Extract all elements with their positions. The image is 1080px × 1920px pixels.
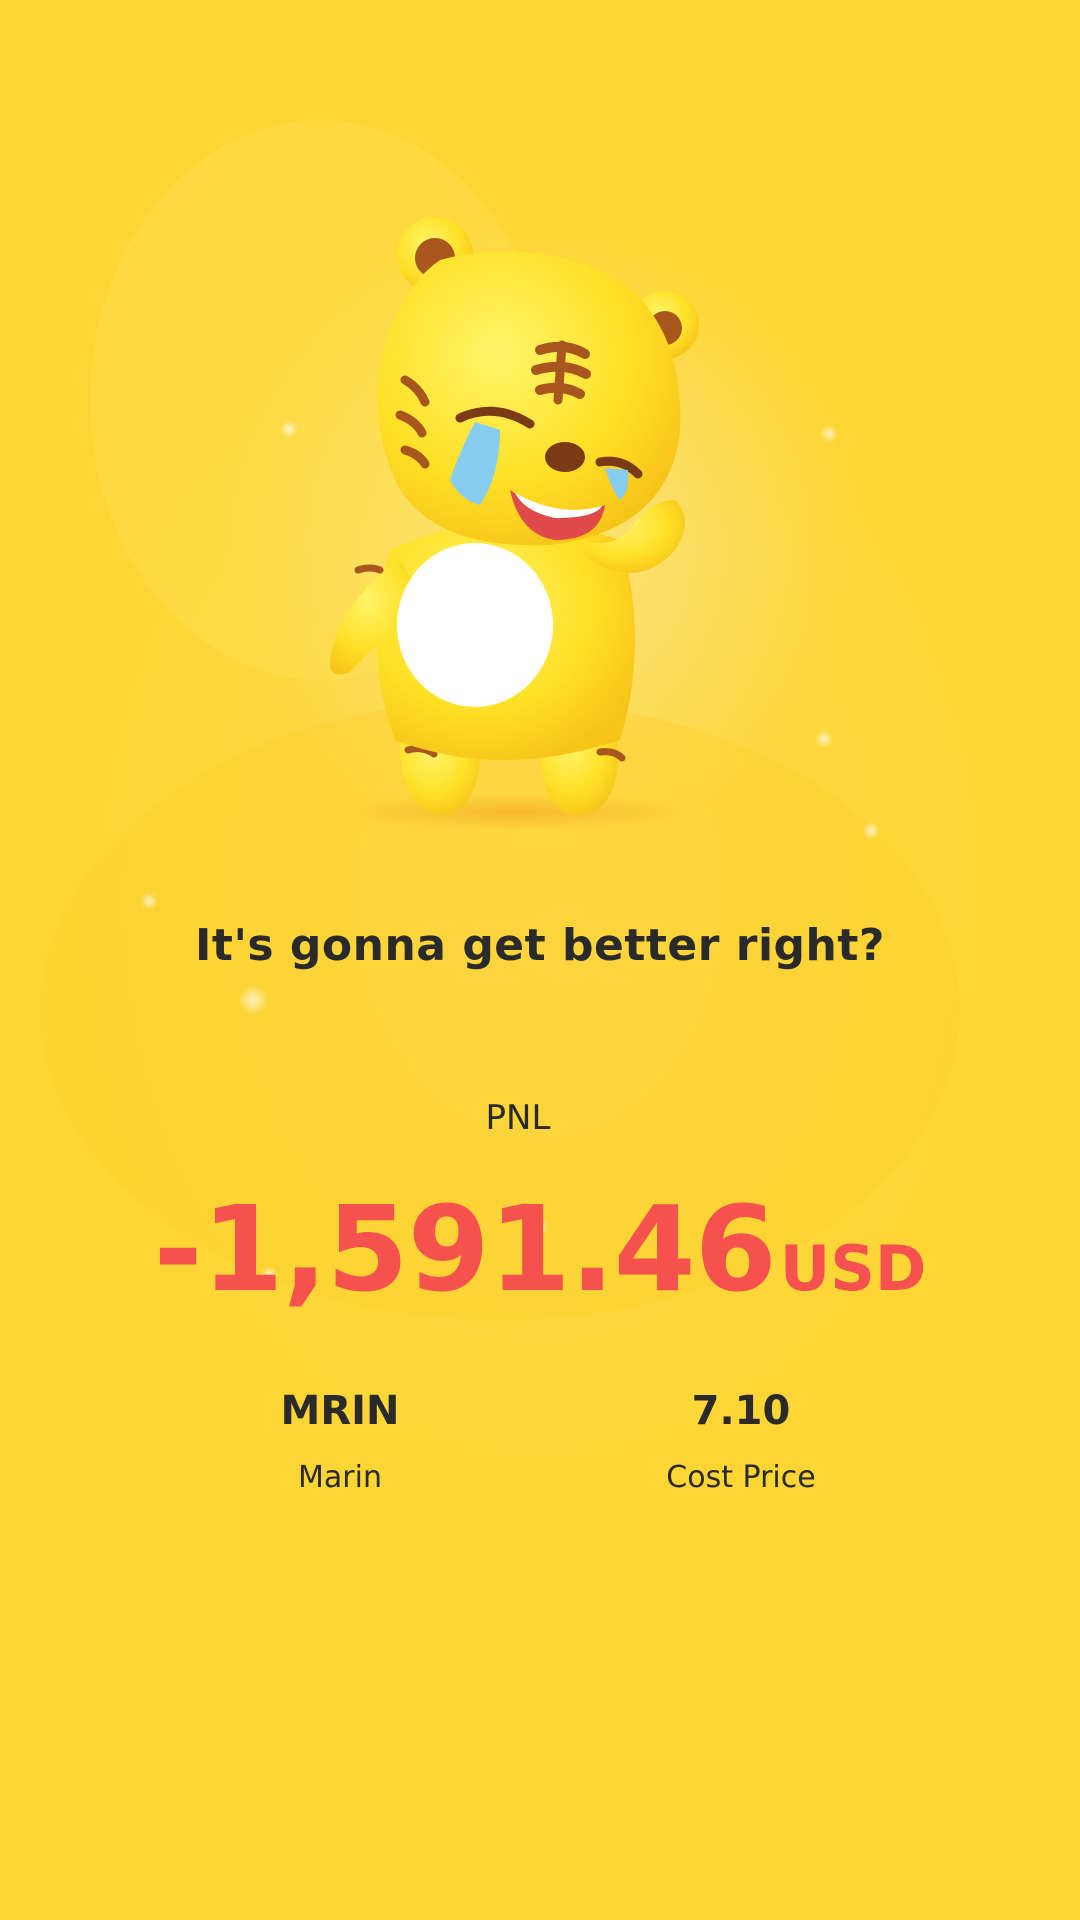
crying-tiger-mascot-icon (329, 217, 699, 830)
pnl-unit: USD (779, 1232, 927, 1305)
sparkle-icon (238, 985, 268, 1015)
ticker-stat: MRIN Marin (180, 1388, 500, 1495)
ticker-symbol: MRIN (280, 1388, 400, 1434)
pnl-label: PNL (485, 1098, 551, 1138)
cost-price-label: Cost Price (666, 1460, 816, 1495)
sparkle-icon (140, 892, 158, 910)
ticker-name: Marin (298, 1460, 382, 1495)
sparkle-icon (862, 822, 880, 840)
pnl-amount: -1,591.46 USD (0, 1180, 1080, 1318)
pnl-value: -1,591.46 (153, 1180, 777, 1318)
sparkle-icon (820, 425, 838, 443)
sparkle-icon (280, 420, 298, 438)
share-card: It's gonna get better right? PNL -1,591.… (0, 0, 1080, 1920)
cost-price-stat: 7.10 Cost Price (581, 1388, 901, 1495)
cost-price-value: 7.10 (691, 1388, 791, 1434)
headline-text: It's gonna get better right? (195, 920, 885, 971)
